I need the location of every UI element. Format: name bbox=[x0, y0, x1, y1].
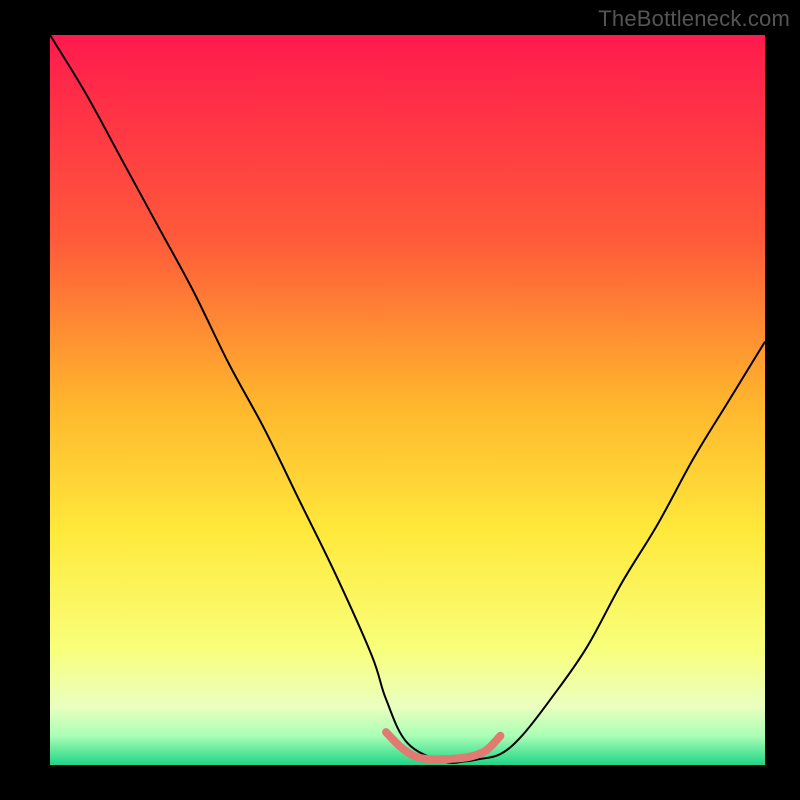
watermark-text: TheBottleneck.com bbox=[598, 6, 790, 32]
chart-frame: TheBottleneck.com bbox=[0, 0, 800, 800]
plot-area bbox=[50, 35, 765, 765]
heat-background bbox=[50, 35, 765, 765]
bottleneck-chart-svg bbox=[50, 35, 765, 765]
